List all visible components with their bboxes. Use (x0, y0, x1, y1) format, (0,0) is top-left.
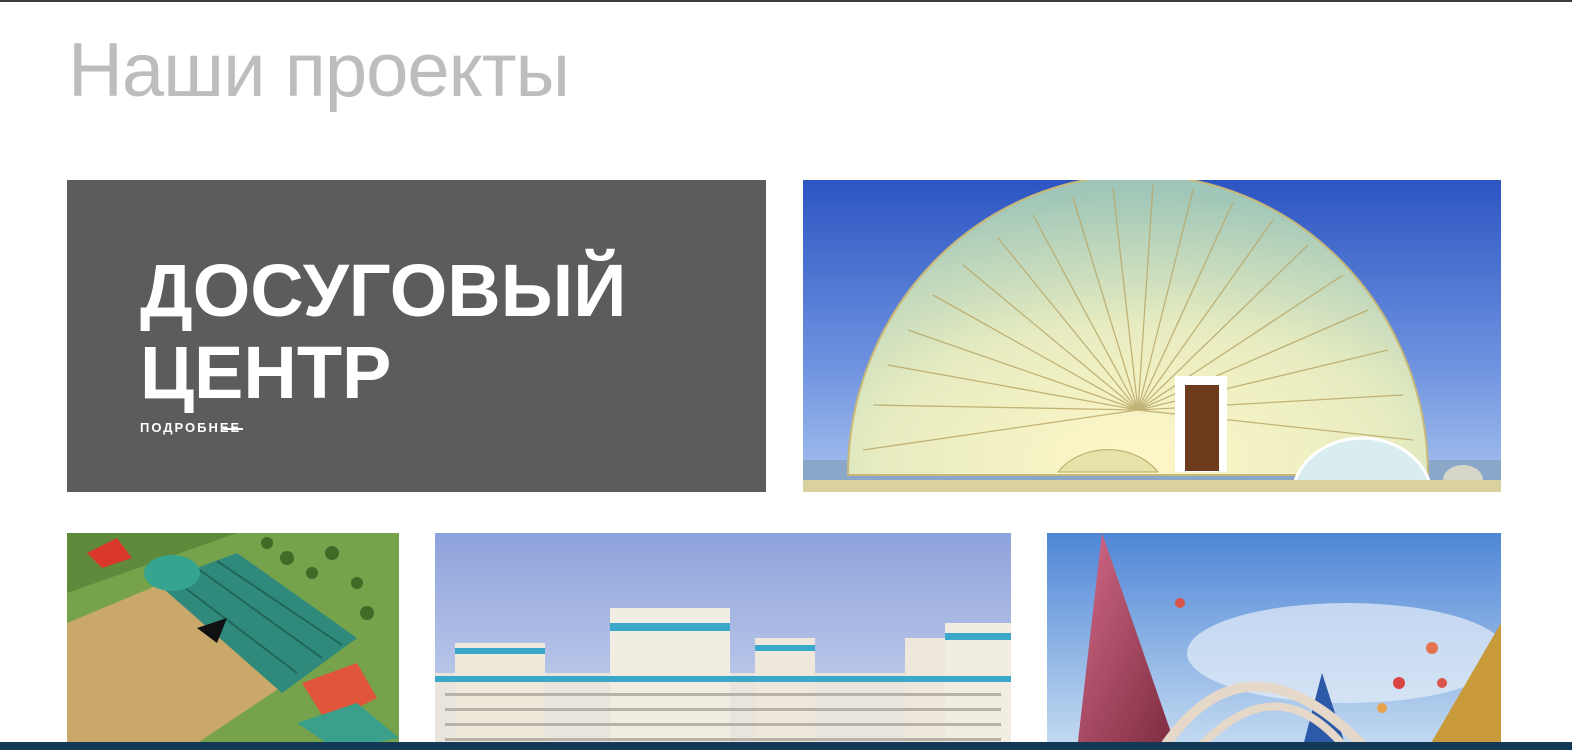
housing-illustration (435, 533, 1011, 750)
housing-project-image[interactable] (435, 533, 1011, 750)
editor-status-bar (0, 742, 1572, 750)
feature-project-card[interactable]: ДОСУГОВЫЙ ЦЕНТР ПОДРОБНЕЕ (67, 180, 766, 492)
dome-illustration (803, 180, 1501, 492)
monument-illustration (1047, 533, 1501, 750)
page: Наши проекты ДОСУГОВЫЙ ЦЕНТР ПОДРОБНЕЕ (0, 0, 1572, 750)
feature-title-line2: ЦЕНТР (140, 331, 392, 414)
top-border (0, 0, 1572, 2)
more-link[interactable]: ПОДРОБНЕЕ (140, 420, 244, 435)
dome-project-image[interactable] (803, 180, 1501, 492)
stadium-illustration (67, 533, 399, 750)
page-title: Наши проекты (68, 28, 570, 113)
feature-project-title: ДОСУГОВЫЙ ЦЕНТР (140, 250, 626, 414)
feature-title-line1: ДОСУГОВЫЙ (140, 249, 627, 332)
stadium-project-image[interactable] (67, 533, 399, 750)
monument-project-image[interactable] (1047, 533, 1501, 750)
arrow-line-icon (223, 427, 244, 430)
